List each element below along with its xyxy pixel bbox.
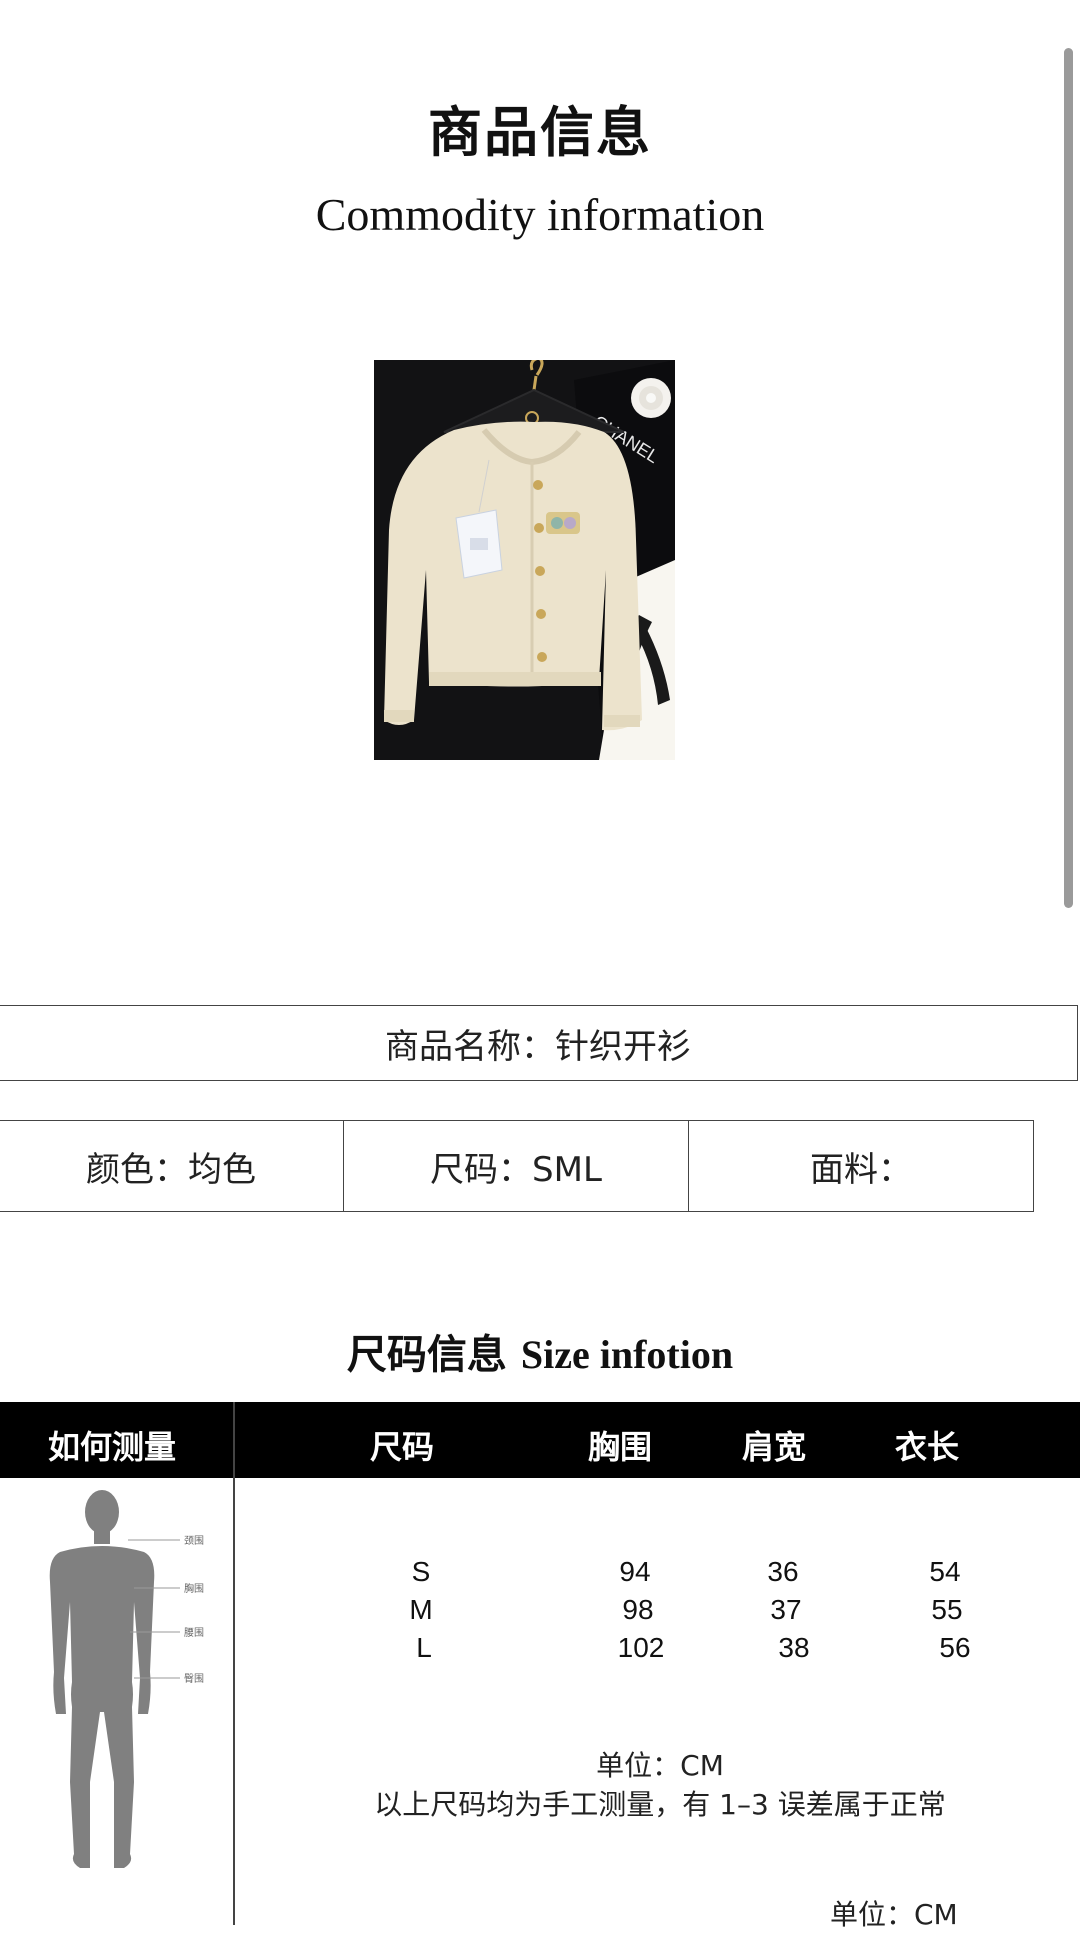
page-title-cn: 商品信息 (428, 101, 652, 164)
size-cell: M (409, 1594, 433, 1625)
fabric-attribute: 面料： (810, 1149, 912, 1190)
size-attribute: 尺码：SML (344, 1121, 689, 1211)
header-size: 尺码 (370, 1428, 435, 1466)
column-divider (233, 1478, 235, 1925)
shoulder-cell: 36 (767, 1556, 799, 1587)
attributes-row: 颜色：均色 尺码：SML 面料： (0, 1120, 1034, 1212)
size-title-cn: 尺码信息 (346, 1332, 507, 1378)
figure-label-hip: 臀围 (184, 1673, 204, 1685)
size-cell: L (416, 1632, 432, 1663)
header-divider (233, 1402, 235, 1478)
chest-cell: 98 (622, 1594, 654, 1625)
unit-label: 单位：CM (596, 1749, 724, 1782)
length-cell: 56 (939, 1632, 971, 1663)
header-how-to-measure: 如何测量 (48, 1428, 177, 1466)
color-attribute: 颜色：均色 (0, 1121, 344, 1211)
chest-cell: 94 (619, 1556, 651, 1587)
figure-label-neck: 颈围 (184, 1535, 204, 1547)
header-shoulder: 肩宽 (742, 1428, 807, 1466)
shoulder-cell: 37 (770, 1594, 802, 1625)
product-name: 商品名称：针织开衫 (385, 1026, 691, 1067)
header-length: 衣长 (895, 1428, 960, 1466)
product-name-box: 商品名称：针织开衫 (0, 1005, 1078, 1081)
header-chest: 胸围 (588, 1428, 653, 1466)
product-photo: CHANEL (374, 360, 675, 760)
measurement-note: 以上尺码均为手工测量，有 1–3 误差属于正常 (374, 1788, 946, 1821)
size-title-en: Size infotion (520, 1332, 734, 1377)
length-cell: 55 (931, 1594, 963, 1625)
size-cell: S (411, 1556, 431, 1587)
figure-label-waist: 腰围 (184, 1627, 204, 1639)
shoulder-cell: 38 (778, 1632, 810, 1663)
length-cell: 54 (929, 1556, 961, 1587)
size-table-header: 如何测量 尺码 胸围 肩宽 衣长 (0, 1402, 1080, 1478)
body-measurement-figure: 颈围 胸围 腰围 臀围 (30, 1482, 220, 1882)
unit-label-bottom: 单位：CM (830, 1898, 958, 1931)
figure-label-chest: 胸围 (184, 1582, 204, 1595)
size-section-title: 尺码信息 Size infotion (0, 1322, 1080, 1380)
chest-cell: 102 (617, 1632, 665, 1663)
scrollbar[interactable] (1064, 48, 1073, 908)
page-title-en: Commodity information (315, 189, 765, 240)
